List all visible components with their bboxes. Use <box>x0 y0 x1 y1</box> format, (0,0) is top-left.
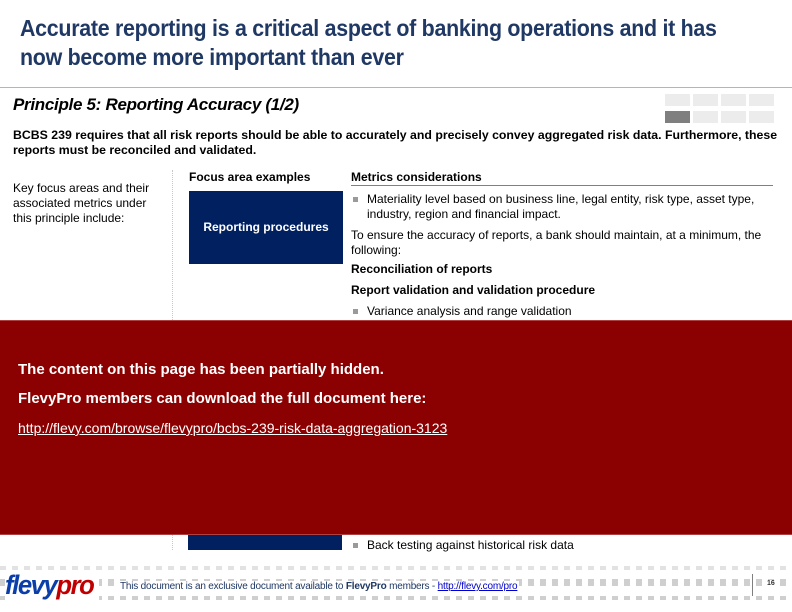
footer-separator <box>752 574 753 596</box>
footer-pattern <box>0 566 792 570</box>
nav-cell <box>665 94 690 106</box>
page-number: 16 <box>767 580 775 587</box>
slide-title: Accurate reporting is a critical aspect … <box>20 15 717 70</box>
nav-cell <box>693 111 718 123</box>
nav-cell-active <box>665 111 690 123</box>
left-note: Key focus areas and their associated met… <box>13 181 150 225</box>
nav-cell <box>721 111 746 123</box>
principle-nav-grid <box>665 94 775 124</box>
overlay-message: FlevyPro members can download the full d… <box>18 390 427 407</box>
metrics-column-header: Metrics considerations <box>351 170 773 186</box>
hidden-content-overlay: The content on this page has been partia… <box>0 320 792 535</box>
download-link[interactable]: http://flevy.com/browse/flevypro/bcbs-23… <box>18 420 447 436</box>
focus-column-header: Focus area examples <box>189 170 311 184</box>
metrics-bullet: Materiality level based on business line… <box>351 192 773 222</box>
nav-cell <box>721 94 746 106</box>
intro-text: BCBS 239 requires that all risk reports … <box>13 128 778 157</box>
metrics-subheading: Reconciliation of reports <box>351 262 493 276</box>
square-bullet-icon <box>353 197 358 202</box>
footer-link[interactable]: http://flevy.com/pro <box>438 581 518 592</box>
focus-area-box: Reporting procedures <box>189 191 343 264</box>
square-bullet-icon <box>353 543 358 548</box>
overlay-message: The content on this page has been partia… <box>18 361 384 378</box>
footer-disclaimer: This document is an exclusive document a… <box>118 581 520 592</box>
nav-cell <box>749 111 774 123</box>
metrics-bullet: Back testing against historical risk dat… <box>351 538 773 553</box>
metrics-list: Materiality level based on business line… <box>351 192 773 325</box>
title-divider <box>0 87 792 88</box>
nav-cell <box>749 94 774 106</box>
focus-area-label: Reporting procedures <box>203 220 329 234</box>
footer-pattern <box>0 596 792 600</box>
section-title: Principle 5: Reporting Accuracy (1/2) <box>13 95 299 114</box>
square-bullet-icon <box>353 309 358 314</box>
nav-cell <box>693 94 718 106</box>
metrics-subheading: Report validation and validation procedu… <box>351 283 596 297</box>
metrics-bullet: Variance analysis and range validation <box>351 304 773 319</box>
flevypro-logo: flevypro <box>5 570 100 600</box>
metrics-paragraph: To ensure the accuracy of reports, a ban… <box>351 228 762 257</box>
